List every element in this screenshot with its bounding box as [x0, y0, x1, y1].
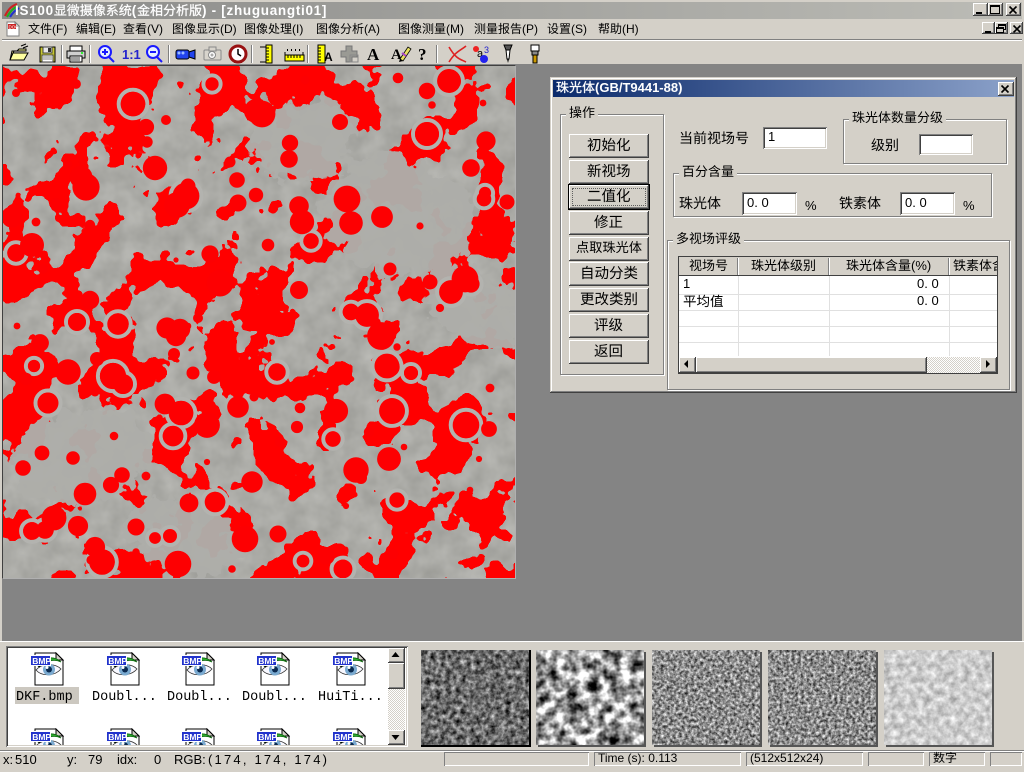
svg-text:1: 1: [683, 276, 690, 291]
svg-text:Time (s): 0.113: Time (s): 0.113: [598, 751, 678, 765]
svg-text:(M): (M): [446, 22, 464, 36]
svg-text:(512x512x24): (512x512x24): [750, 751, 823, 765]
svg-text:A: A: [324, 50, 333, 64]
svg-text:DKF.bmp: DKF.bmp: [16, 690, 73, 705]
svg-text:0. 0: 0. 0: [905, 195, 927, 210]
svg-text:y:: y:: [67, 752, 77, 767]
svg-text:1:1: 1:1: [122, 47, 141, 62]
svg-text:) - [zhuguangti01]: ) - [zhuguangti01]: [202, 3, 327, 18]
svg-text:(F): (F): [52, 22, 67, 36]
svg-text:0. 0: 0. 0: [917, 293, 939, 308]
svg-text:(174, 174, 174): (174, 174, 174): [208, 752, 329, 767]
svg-text:%: %: [963, 198, 975, 213]
svg-text:(: (: [132, 3, 137, 18]
svg-text:79: 79: [88, 752, 102, 767]
svg-text:IS100: IS100: [15, 3, 54, 18]
svg-text:0. 0: 0. 0: [747, 195, 769, 210]
svg-text:RGB:: RGB:: [174, 752, 206, 767]
svg-text:Doubl...: Doubl...: [167, 690, 232, 705]
svg-text:0. 0: 0. 0: [917, 276, 939, 291]
svg-text:(V): (V): [147, 22, 163, 36]
svg-text:DOC: DOC: [9, 25, 20, 30]
svg-text:0: 0: [154, 752, 161, 767]
svg-text:%: %: [805, 198, 817, 213]
svg-text:(%): (%): [911, 258, 931, 273]
svg-text:(H): (H): [622, 22, 639, 36]
svg-text:Doubl...: Doubl...: [92, 690, 157, 705]
svg-text:x:: x:: [3, 752, 13, 767]
svg-text:510: 510: [15, 752, 37, 767]
svg-text:(P): (P): [522, 22, 538, 36]
svg-text:(I): (I): [292, 22, 303, 36]
svg-text:HuiTi...: HuiTi...: [318, 690, 383, 705]
svg-text:(E): (E): [100, 22, 116, 36]
svg-text:(GB/T9441-88): (GB/T9441-88): [595, 80, 682, 95]
svg-text:1: 1: [768, 129, 775, 144]
svg-text:A: A: [367, 45, 380, 64]
svg-text:idx:: idx:: [117, 752, 137, 767]
svg-text:(A): (A): [364, 22, 380, 36]
svg-text:Doubl...: Doubl...: [242, 690, 307, 705]
svg-text:?: ?: [418, 45, 427, 64]
svg-text:(S): (S): [571, 22, 587, 36]
svg-text:3: 3: [484, 45, 489, 55]
svg-text:(D): (D): [220, 22, 237, 36]
